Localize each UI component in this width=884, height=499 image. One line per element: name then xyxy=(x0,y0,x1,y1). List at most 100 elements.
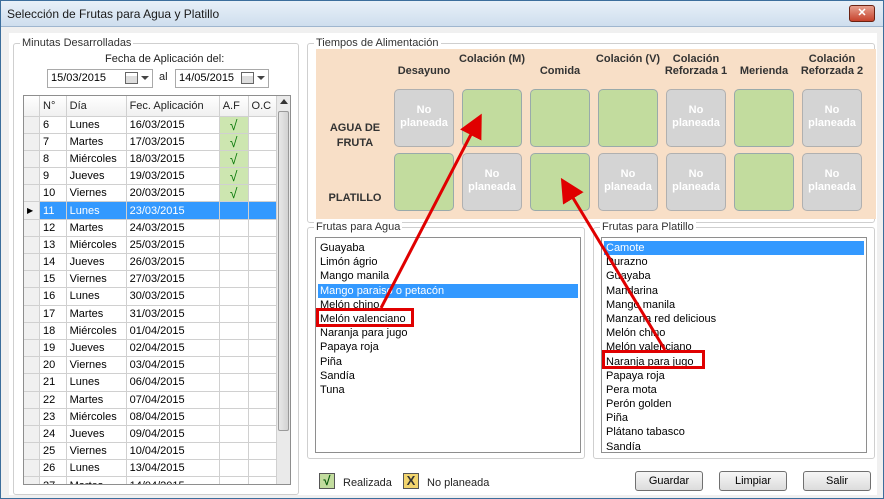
tile-agua-2[interactable] xyxy=(530,89,590,147)
grid-row[interactable]: 13 Miércoles 25/03/2015 xyxy=(24,236,279,255)
grid-scrollbar[interactable] xyxy=(276,96,290,484)
tile-platillo-0[interactable] xyxy=(394,153,454,211)
grid-row[interactable]: 7 Martes 17/03/2015 √ xyxy=(24,133,279,151)
grid-row[interactable]: 19 Jueves 02/04/2015 xyxy=(24,339,279,358)
grid-row[interactable]: 24 Jueves 09/04/2015 xyxy=(24,425,279,444)
cell-oc xyxy=(248,305,279,323)
tile-platillo-2[interactable] xyxy=(530,153,590,211)
tile-agua-3[interactable] xyxy=(598,89,658,147)
list-item[interactable]: Mango manila xyxy=(604,298,864,312)
list-item[interactable]: Plátano tabasco xyxy=(604,425,864,439)
grid-row[interactable]: ▶ 11 Lunes 23/03/2015 xyxy=(24,201,279,220)
scroll-up-icon[interactable] xyxy=(280,99,288,104)
row-selector xyxy=(24,150,41,169)
list-item[interactable]: Mango paraiso o petacón xyxy=(318,283,578,298)
grid-row[interactable]: 6 Lunes 16/03/2015 √ xyxy=(24,116,279,134)
list-item[interactable]: Mandarina xyxy=(604,284,864,298)
grid-row[interactable]: 23 Miércoles 08/04/2015 xyxy=(24,408,279,426)
cell-af xyxy=(219,253,249,272)
grid-row[interactable]: 27Martes14/04/2015 xyxy=(24,476,279,484)
tile-platillo-5[interactable] xyxy=(734,153,794,211)
list-item[interactable]: Melón chino xyxy=(604,326,864,340)
tile-agua-0[interactable]: No planeada xyxy=(394,89,454,147)
grid-row[interactable]: 15 Viernes 27/03/2015 xyxy=(24,270,279,289)
chevron-down-icon[interactable] xyxy=(257,76,265,80)
grid-row[interactable]: 22 Martes 07/04/2015 xyxy=(24,391,279,409)
calendar-icon[interactable] xyxy=(125,72,138,84)
cell-dia: Viernes xyxy=(66,270,127,289)
list-item[interactable]: Tuna xyxy=(318,383,578,397)
list-item[interactable]: Guayaba xyxy=(318,241,578,255)
grid-row[interactable]: 21 Lunes 06/04/2015 xyxy=(24,373,279,392)
grid-row[interactable]: 17 Martes 31/03/2015 xyxy=(24,305,279,323)
frutas-platillo-list[interactable]: Camote Durazno Guayaba Mandarina Mango manil… xyxy=(601,237,867,453)
grid-row[interactable]: 26 Lunes 13/04/2015 xyxy=(24,459,279,478)
list-item[interactable]: Papaya roja xyxy=(318,340,578,354)
cell-oc xyxy=(248,236,279,255)
cell-oc xyxy=(248,339,279,358)
cell-fecha: 08/04/2015 xyxy=(126,408,220,426)
tile-agua-1[interactable] xyxy=(462,89,522,147)
list-item[interactable]: Piña xyxy=(604,411,864,425)
date-to-picker[interactable]: 14/05/2015 xyxy=(175,69,269,88)
cell-oc xyxy=(248,167,279,186)
row-selector xyxy=(24,391,41,409)
grid-row[interactable]: 20 Viernes 03/04/2015 xyxy=(24,356,279,375)
list-item[interactable]: Pera mota xyxy=(604,383,864,397)
cell-af: √ xyxy=(219,133,249,151)
cell-dia: Martes xyxy=(66,219,127,237)
grid-row[interactable]: 25 Viernes 10/04/2015 xyxy=(24,442,279,461)
col-header-fecha[interactable]: Fec. Aplicación xyxy=(126,96,220,117)
col-head-5: Merienda xyxy=(739,65,789,77)
list-item[interactable]: Durazno xyxy=(604,255,864,269)
close-button[interactable]: ✕ xyxy=(849,5,875,22)
list-item[interactable]: Papaya roja xyxy=(604,369,864,383)
tile-agua-6[interactable]: No planeada xyxy=(802,89,862,147)
grid-header: N° Día Fec. Aplicación A.F O.C xyxy=(24,96,279,117)
col-header-dia[interactable]: Día xyxy=(66,96,127,117)
tile-agua-4[interactable]: No planeada xyxy=(666,89,726,147)
list-item[interactable]: Sandía xyxy=(604,440,864,454)
cell-fecha: 18/03/2015 xyxy=(126,150,220,169)
row-selector xyxy=(24,425,41,444)
cell-dia: Miércoles xyxy=(66,236,127,255)
cell-af xyxy=(219,287,249,306)
grid-row[interactable]: 10 Viernes 20/03/2015 √ xyxy=(24,184,279,203)
grid-row[interactable]: 9 Jueves 19/03/2015 √ xyxy=(24,167,279,186)
col-header-oc[interactable]: O.C xyxy=(248,96,279,117)
col-header-n[interactable]: N° xyxy=(39,96,67,117)
grid-row[interactable]: 14 Jueves 26/03/2015 xyxy=(24,253,279,272)
list-item[interactable]: Piña xyxy=(318,355,578,369)
list-item[interactable]: Camote xyxy=(604,241,864,256)
salir-button[interactable]: Salir xyxy=(803,471,871,491)
tile-platillo-1[interactable]: No planeada xyxy=(462,153,522,211)
list-item[interactable]: Limón ágrio xyxy=(318,255,578,269)
minutas-grid[interactable]: N° Día Fec. Aplicación A.F O.C 6 Lunes 16/… xyxy=(23,95,291,485)
cell-fecha: 19/03/2015 xyxy=(126,167,220,186)
grid-row[interactable]: 8 Miércoles 18/03/2015 √ xyxy=(24,150,279,169)
list-item[interactable]: Manzana red delicious xyxy=(604,312,864,326)
date-from-picker[interactable]: 15/03/2015 xyxy=(47,69,153,88)
row-selector xyxy=(24,253,41,272)
calendar-icon[interactable] xyxy=(241,72,254,84)
list-item[interactable]: Perón golden xyxy=(604,397,864,411)
guardar-button[interactable]: Guardar xyxy=(635,471,703,491)
scroll-thumb[interactable] xyxy=(278,111,289,431)
grid-row[interactable]: 12 Martes 24/03/2015 xyxy=(24,219,279,237)
list-item[interactable]: Sandía xyxy=(318,369,578,383)
col-header-af[interactable]: A.F xyxy=(219,96,249,117)
list-item[interactable]: Mango manila xyxy=(318,269,578,283)
grid-row[interactable]: 18 Miércoles 01/04/2015 xyxy=(24,322,279,340)
tile-agua-5[interactable] xyxy=(734,89,794,147)
cell-n: 10 xyxy=(39,184,67,203)
frutas-agua-list[interactable]: Guayaba Limón ágrio Mango manila Mango para… xyxy=(315,237,581,453)
list-item[interactable]: Guayaba xyxy=(604,269,864,283)
tile-platillo-6[interactable]: No planeada xyxy=(802,153,862,211)
grid-row[interactable]: 16 Lunes 30/03/2015 xyxy=(24,287,279,306)
tile-platillo-3[interactable]: No planeada xyxy=(598,153,658,211)
cell-oc xyxy=(248,201,279,220)
list-item[interactable]: Naranja para jugo xyxy=(318,326,578,340)
chevron-down-icon[interactable] xyxy=(141,76,149,80)
tile-platillo-4[interactable]: No planeada xyxy=(666,153,726,211)
limpiar-button[interactable]: Limpiar xyxy=(719,471,787,491)
